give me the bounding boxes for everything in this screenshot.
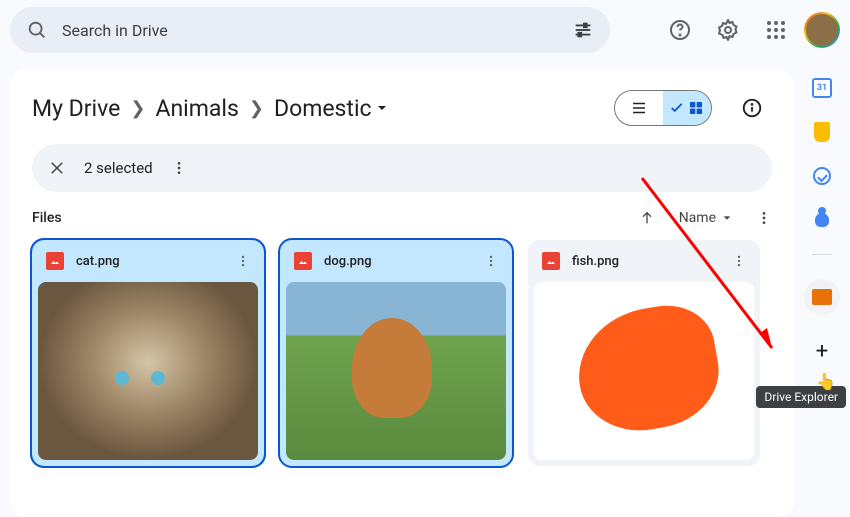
add-addon-button[interactable]: + <box>816 339 828 364</box>
main-content: My Drive ❯ Animals ❯ Domestic <box>10 70 794 517</box>
chevron-right-icon: ❯ <box>130 98 145 119</box>
contacts-app-button[interactable] <box>812 210 832 230</box>
drive-explorer-button[interactable] <box>804 279 840 315</box>
settings-button[interactable] <box>708 10 748 50</box>
sort-by-label: Name <box>679 210 716 226</box>
selection-count: 2 selected <box>84 159 153 177</box>
image-file-icon <box>542 252 560 270</box>
breadcrumb-current-label: Domestic <box>274 95 372 122</box>
selection-more-button[interactable] <box>171 160 187 176</box>
account-avatar[interactable] <box>804 12 840 48</box>
grid-view-button[interactable] <box>663 91 711 125</box>
breadcrumb-folder[interactable]: Animals <box>155 95 238 122</box>
file-name: fish.png <box>572 254 720 269</box>
caret-down-icon <box>376 102 388 114</box>
calendar-app-button[interactable]: 31 <box>812 78 832 98</box>
breadcrumb-current[interactable]: Domestic <box>274 95 388 122</box>
help-button[interactable] <box>660 10 700 50</box>
view-toggle <box>614 90 712 126</box>
file-card[interactable]: cat.png <box>32 240 264 466</box>
list-view-button[interactable] <box>615 91 663 125</box>
image-file-icon <box>294 252 312 270</box>
file-card[interactable]: fish.png <box>528 240 760 466</box>
sort-direction-button[interactable] <box>639 210 655 226</box>
search-input[interactable] <box>62 21 558 40</box>
file-more-button[interactable] <box>732 254 746 268</box>
info-button[interactable] <box>732 88 772 128</box>
search-bar[interactable] <box>10 7 610 53</box>
apps-button[interactable] <box>756 10 796 50</box>
file-name: cat.png <box>76 254 224 269</box>
chevron-right-icon: ❯ <box>249 98 264 119</box>
files-more-button[interactable] <box>756 210 772 226</box>
keep-app-button[interactable] <box>812 122 832 142</box>
file-grid: cat.png dog.png <box>32 240 772 466</box>
tasks-app-button[interactable] <box>812 166 832 186</box>
file-name: dog.png <box>324 254 472 269</box>
tooltip: Drive Explorer <box>756 386 846 408</box>
selection-bar: 2 selected <box>32 144 772 192</box>
image-file-icon <box>46 252 64 270</box>
side-panel: 31 + <box>802 78 842 364</box>
file-thumbnail <box>286 282 506 460</box>
file-card[interactable]: dog.png <box>280 240 512 466</box>
sort-by-button[interactable]: Name <box>679 210 732 226</box>
file-thumbnail <box>38 282 258 460</box>
file-more-button[interactable] <box>484 254 498 268</box>
search-options-icon[interactable] <box>572 19 594 41</box>
search-icon <box>26 19 48 41</box>
files-section-label: Files <box>32 210 62 226</box>
clear-selection-button[interactable] <box>48 159 66 177</box>
divider <box>812 254 832 255</box>
file-thumbnail <box>534 282 754 460</box>
file-more-button[interactable] <box>236 254 250 268</box>
breadcrumb: My Drive ❯ Animals ❯ Domestic <box>32 95 606 122</box>
breadcrumb-root[interactable]: My Drive <box>32 95 120 122</box>
